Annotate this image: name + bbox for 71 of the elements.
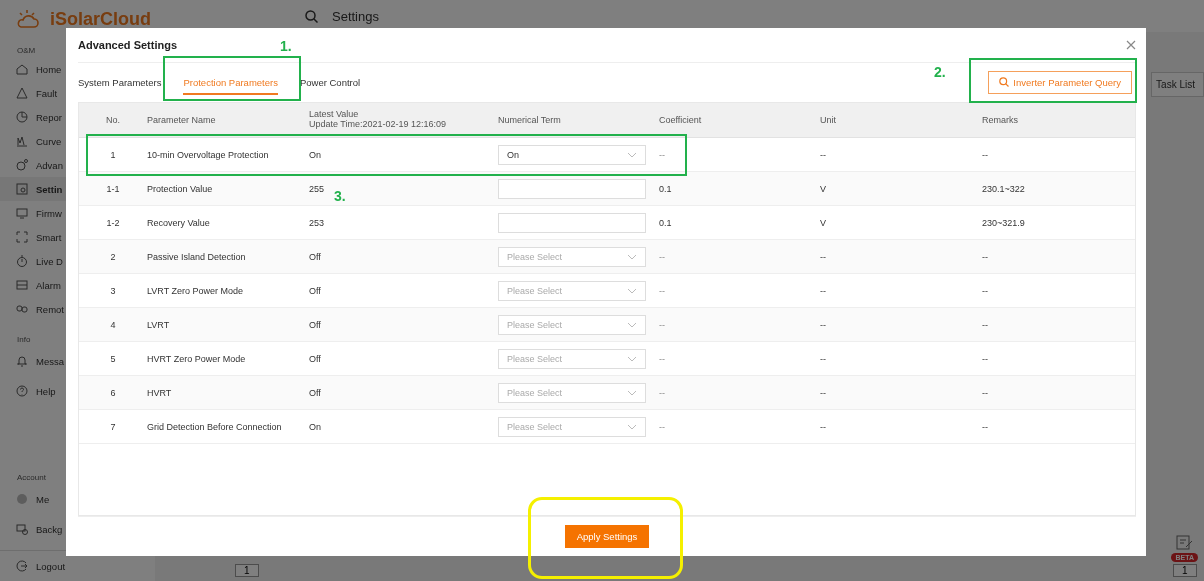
update-time-text: Update Time:2021-02-19 12:16:09	[309, 120, 448, 130]
column-header: Parameter Name	[147, 115, 217, 125]
table-cell-text: --	[820, 353, 827, 364]
table-cell-text: 0.1	[659, 183, 673, 194]
table-cell-text: --	[659, 285, 666, 296]
table-cell-text: --	[659, 319, 666, 330]
table-cell-text: 255	[309, 183, 326, 194]
table-cell-text: 5	[109, 353, 117, 364]
table-cell-text: HVRT Zero Power Mode	[147, 353, 247, 364]
table-cell-text: 4	[109, 319, 117, 330]
table-cell-text: Grid Detection Before Connection	[147, 421, 283, 432]
table-cell-text: 7	[109, 421, 117, 432]
dialog-title: Advanced Settings	[78, 39, 178, 51]
table-cell-text: 10-min Overvoltage Protection	[147, 149, 270, 160]
column-header: Unit	[820, 115, 837, 125]
table-cell-text: 1-2	[105, 217, 121, 228]
table-cell-text: --	[820, 285, 827, 296]
table-cell-text: HVRT	[147, 387, 173, 398]
table-cell-text: On	[309, 149, 322, 160]
table-cell-text: V	[820, 183, 827, 194]
table-cell-text: On	[309, 421, 322, 432]
table-cell-text: --	[659, 353, 666, 364]
table-cell-text: Recovery Value	[147, 217, 211, 228]
annotation-number: 3.	[334, 188, 346, 204]
table-cell-text: --	[820, 387, 827, 398]
table-cell-text: Off	[309, 353, 322, 364]
table-cell-text: --	[659, 251, 666, 262]
table-cell-text: --	[659, 149, 666, 160]
table-cell-text: --	[982, 319, 989, 330]
annotation-number: 1.	[280, 38, 292, 54]
table-cell-text: Protection Value	[147, 183, 214, 194]
column-header: Coefficient	[659, 115, 703, 125]
table-cell-text: 1-1	[105, 183, 121, 194]
column-header: Remarks	[982, 115, 1019, 125]
table-cell-text: LVRT Zero Power Mode	[147, 285, 245, 296]
table-cell-text: --	[982, 421, 989, 432]
table-cell-text: 3	[109, 285, 117, 296]
table-cell-text: --	[659, 421, 666, 432]
section-label: Account	[17, 473, 46, 482]
table-cell-text: Passive Island Detection	[147, 251, 247, 262]
table-cell-text: --	[820, 251, 827, 262]
table-cell-text: --	[982, 353, 989, 364]
table-cell-text: 230~321.9	[982, 217, 1026, 228]
table-cell-text: 2	[109, 251, 117, 262]
column-header: Numerical Term	[498, 115, 562, 125]
section-label: Info	[17, 335, 31, 344]
column-header: Latest Value	[309, 110, 360, 120]
table-cell-text: V	[820, 217, 827, 228]
table-cell-text: Off	[309, 251, 322, 262]
column-header: No.	[105, 115, 121, 125]
section-label: O&M	[17, 46, 36, 55]
annotation-number: 2.	[934, 64, 946, 80]
table-cell-text: 6	[109, 387, 117, 398]
table-cell-text: --	[659, 387, 666, 398]
table-cell-text: 0.1	[659, 217, 673, 228]
table-cell-text: 230.1~322	[982, 183, 1026, 194]
table-cell-text: LVRT	[147, 319, 171, 330]
table-cell-text: 253	[309, 217, 326, 228]
page-title: Settings	[332, 8, 379, 24]
table-cell-text: --	[982, 285, 989, 296]
table-cell-text: --	[982, 251, 989, 262]
table-cell-text: --	[820, 149, 827, 160]
table-cell-text: --	[820, 319, 827, 330]
table-cell-text: Off	[309, 387, 322, 398]
table-cell-text: 1	[109, 149, 117, 160]
logo-text: iSolarCloud	[50, 8, 151, 30]
table-cell-text: --	[982, 387, 989, 398]
table-cell-text: --	[982, 149, 989, 160]
table-cell-text: Off	[309, 285, 322, 296]
table-cell-text: Off	[309, 319, 322, 330]
table-cell-text: --	[820, 421, 827, 432]
